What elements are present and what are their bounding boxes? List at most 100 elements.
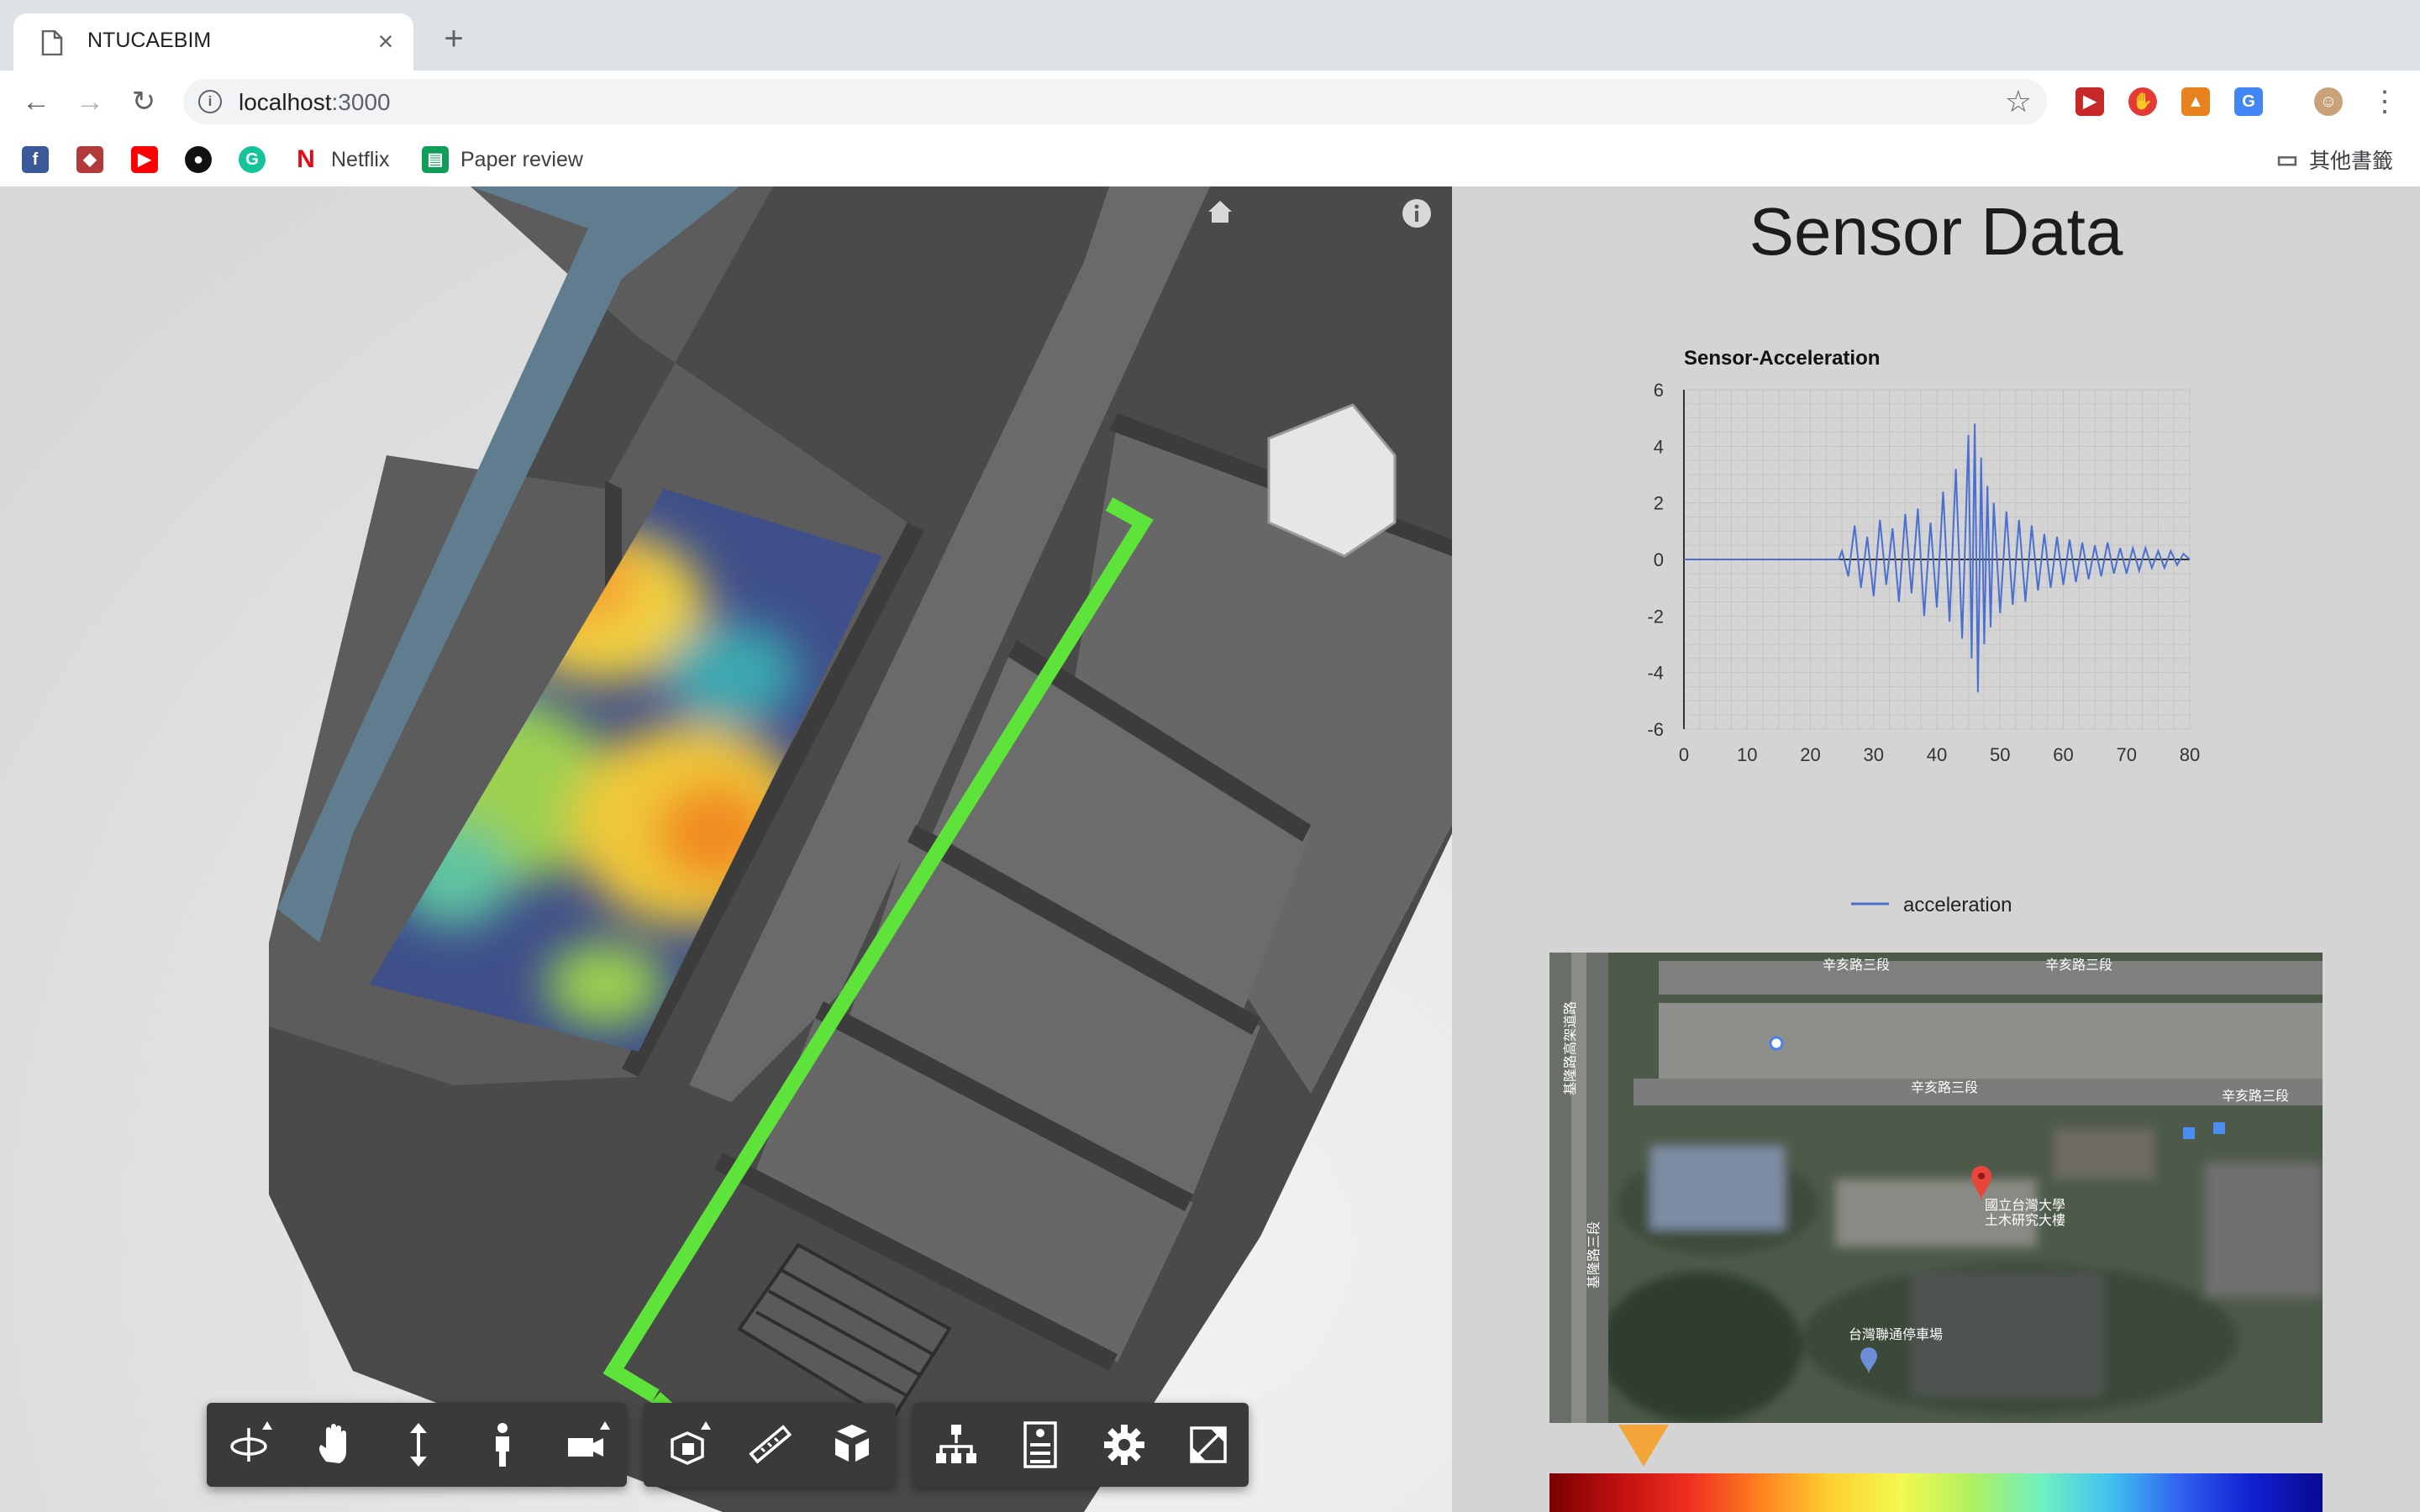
y-tick-label: -2 [1647, 606, 1664, 627]
browser-toolbar: ← → ↻ i localhost:3000 ☆ ▶ ✋ ▲ G ☺ ⋮ [0, 71, 2420, 133]
home-icon[interactable] [1203, 195, 1237, 228]
page-title: Sensor Data [1749, 194, 2123, 269]
x-tick-label: 80 [2180, 744, 2200, 765]
x-tick-label: 50 [1990, 744, 2010, 765]
info-icon[interactable]: i [198, 90, 222, 113]
y-tick-label: 6 [1654, 380, 1664, 401]
x-axis-ticks: 0 10 20 30 40 50 60 70 80 [1679, 744, 2200, 765]
bookmark-label: Paper review [460, 147, 583, 171]
orbit-button[interactable] [224, 1418, 277, 1472]
acceleration-chart: Sensor-Acceleration 6420-2-4-6 0 10 20 30 40… [1647, 347, 2200, 916]
url-host: localhost [239, 89, 332, 115]
settings-toolbar [913, 1403, 1249, 1487]
document-icon [41, 30, 63, 55]
bookmark-netflix[interactable]: N Netflix [292, 144, 389, 175]
info-icon[interactable] [1400, 197, 1434, 230]
model-browser-icon [936, 1425, 976, 1463]
location-dot-icon [1769, 1036, 1784, 1051]
folder-icon: ▭ [2274, 146, 2301, 173]
metamask-icon[interactable]: ▲ [2181, 87, 2210, 116]
x-tick-label: 0 [1679, 744, 1689, 765]
reload-icon[interactable]: ↻ [124, 82, 163, 121]
settings-button[interactable] [1097, 1418, 1151, 1472]
properties-button[interactable] [1013, 1418, 1067, 1472]
x-tick-label: 20 [1800, 744, 1820, 765]
extension-icon[interactable]: ▶ [2075, 87, 2104, 116]
tab-strip: NTUCAEBIM × + [0, 0, 2420, 71]
road-label: 基隆路三段 [1586, 1221, 1602, 1289]
pin-label: 土木研究大樓 [1985, 1213, 2065, 1228]
translate-icon[interactable]: G [2234, 87, 2263, 116]
road-label: 辛亥路三段 [2045, 958, 2112, 973]
building-model[interactable] [0, 186, 1452, 1512]
y-tick-label: 4 [1654, 436, 1664, 457]
navigation-toolbar [207, 1403, 627, 1487]
fullscreen-button[interactable] [1181, 1418, 1235, 1472]
close-tab-icon[interactable]: × [371, 27, 400, 55]
parking-label: 台灣聯通停車場 [1849, 1327, 1943, 1342]
forward-icon[interactable]: → [71, 82, 109, 121]
bookmark-github[interactable]: ● [185, 144, 212, 175]
extension-icon[interactable]: ✋ [2128, 87, 2157, 116]
browser-tab[interactable]: NTUCAEBIM × [13, 13, 413, 71]
bookmark-crest[interactable]: ◆ [76, 144, 103, 175]
transit-icon [2213, 1122, 2225, 1134]
crest-icon: ◆ [76, 146, 103, 173]
x-tick-label: 40 [1927, 744, 1947, 765]
heatmap-colorbar [1549, 1473, 2323, 1512]
bim-viewer[interactable] [0, 186, 1452, 1512]
other-bookmarks[interactable]: ▭ 其他書籤 [2274, 144, 2393, 175]
transit-icon [2183, 1127, 2195, 1139]
properties-icon [1023, 1421, 1057, 1468]
avatar[interactable]: ☺ [2314, 87, 2343, 116]
orbit-icon [230, 1421, 272, 1462]
bookmarks-bar: f ◆ ▶ ● G N Netflix ▤ Paper review ▭ 其他書籤 [0, 133, 2420, 188]
new-tab-button[interactable]: + [437, 22, 471, 55]
bookmark-star-icon[interactable]: ☆ [2005, 84, 2032, 119]
explode-button[interactable] [825, 1418, 879, 1472]
pan-button[interactable] [308, 1418, 361, 1472]
chart-legend[interactable]: acceleration [1851, 894, 2012, 916]
bookmark-youtube[interactable]: ▶ [131, 144, 158, 175]
camera-icon [568, 1421, 610, 1457]
x-tick-label: 30 [1864, 744, 1884, 765]
first-person-icon [496, 1423, 509, 1467]
first-person-button[interactable] [476, 1418, 529, 1472]
x-tick-label: 10 [1737, 744, 1757, 765]
explode-icon [835, 1425, 869, 1462]
bookmark-label: Netflix [331, 147, 390, 171]
bookmark-facebook[interactable]: f [22, 144, 49, 175]
y-tick-label: -4 [1647, 663, 1664, 684]
url-text: localhost:3000 [239, 89, 391, 116]
colorbar-marker-icon[interactable] [1618, 1425, 1669, 1467]
bookmark-paper-review[interactable]: ▤ Paper review [422, 144, 583, 175]
measure-button[interactable] [743, 1418, 797, 1472]
netflix-icon: N [292, 146, 319, 173]
other-bookmarks-label: 其他書籤 [2309, 150, 2394, 173]
measure-icon [749, 1425, 792, 1464]
pin-label: 國立台灣大學 [1985, 1198, 2065, 1213]
url-port: :3000 [331, 89, 391, 115]
road-label: 辛亥路三段 [2222, 1089, 2289, 1104]
modeling-toolbar [644, 1403, 896, 1487]
pan-icon [319, 1424, 346, 1463]
address-bar[interactable]: i localhost:3000 ☆ [183, 79, 2047, 124]
sheets-icon: ▤ [422, 146, 449, 173]
sensor-panel: Sensor Data Sensor-Acceleration 6 4 2 0 -2 -4… [1452, 186, 2420, 1512]
legend-label: acceleration [1903, 894, 2012, 916]
road-label: 辛亥路三段 [1823, 958, 1890, 973]
youtube-icon: ▶ [131, 146, 158, 173]
camera-button[interactable] [560, 1418, 613, 1472]
facebook-icon: f [22, 146, 49, 173]
menu-icon[interactable]: ⋮ [2365, 82, 2404, 121]
satellite-map[interactable]: 辛亥路三段 辛亥路三段 辛亥路三段 辛亥路三段 基隆路三段 基隆路高架道路 國立… [1549, 953, 2323, 1423]
x-tick-label: 70 [2117, 744, 2137, 765]
road-label: 辛亥路三段 [1911, 1080, 1978, 1095]
settings-icon [1104, 1425, 1144, 1465]
map-canvas[interactable]: 辛亥路三段 辛亥路三段 辛亥路三段 辛亥路三段 基隆路三段 基隆路高架道路 國立… [1549, 953, 2323, 1423]
back-icon[interactable]: ← [17, 82, 55, 121]
zoom-button[interactable] [392, 1418, 445, 1472]
bookmark-grammarly[interactable]: G [239, 144, 266, 175]
section-button[interactable] [660, 1418, 714, 1472]
model-browser-button[interactable] [929, 1418, 983, 1472]
